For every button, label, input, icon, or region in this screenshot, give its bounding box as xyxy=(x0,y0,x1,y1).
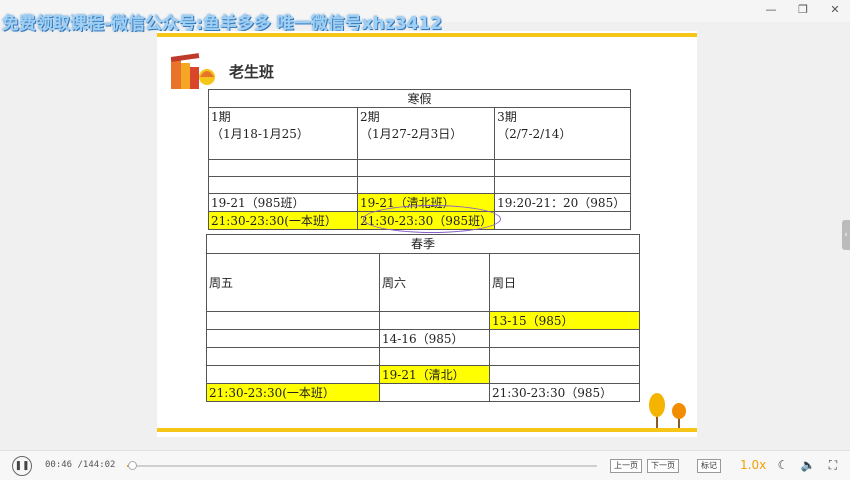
prev-page-button[interactable]: 上一页 xyxy=(610,459,642,473)
bookmark-button[interactable]: 标记 xyxy=(697,459,721,473)
schedule-cell xyxy=(379,383,490,402)
schedule-cell xyxy=(206,329,380,348)
period-label: 1期 xyxy=(211,110,231,124)
schedule-cell xyxy=(489,329,640,348)
top-stripe xyxy=(157,33,697,37)
schedule-cell-highlight: 21:30-23:30(一本班） xyxy=(206,383,380,402)
period-dates: （1月18-1月25） xyxy=(211,127,309,141)
period-dates: （1月27-2月3日） xyxy=(360,127,463,141)
time-display: 00:46 /144:02 xyxy=(45,460,115,470)
schedule-cell xyxy=(206,347,380,366)
next-page-button[interactable]: 下一页 xyxy=(647,459,679,473)
fullscreen-icon[interactable]: ⛶ xyxy=(825,457,841,473)
schedule-cell: 14-16（985） xyxy=(379,329,490,348)
schedule-cell xyxy=(379,311,490,330)
progress-bar[interactable] xyxy=(127,461,597,470)
period-1-cell: 1期 （1月18-1月25） xyxy=(208,107,358,160)
day-header: 周六 xyxy=(379,253,490,312)
pen-annotation-circle xyxy=(363,205,501,233)
schedule-cell: 19:20-21：20（985） xyxy=(494,193,631,212)
close-icon[interactable]: ✕ xyxy=(828,3,842,17)
period-label: 3期 xyxy=(497,110,517,124)
period-2-cell: 2期 （1月27-2月3日） xyxy=(356,107,496,160)
period-dates: （2/7-2/14） xyxy=(497,127,572,141)
progress-handle[interactable] xyxy=(128,461,138,470)
day-header: 周五 xyxy=(206,253,380,312)
period-3-cell: 3期 （2/7-2/14） xyxy=(494,107,631,160)
current-time: 00:46 xyxy=(45,460,73,470)
night-mode-icon[interactable]: ☾ xyxy=(775,457,791,473)
side-panel-toggle[interactable]: ‹ xyxy=(842,220,850,250)
empty-cell xyxy=(208,176,358,194)
schedule-cell xyxy=(494,211,631,230)
schedule-cell xyxy=(206,311,380,330)
schedule-cell-highlight: 13-15（985） xyxy=(489,311,640,330)
empty-cell xyxy=(494,176,631,194)
schedule-cell: 21:30-23:30（985） xyxy=(489,383,640,402)
winter-header: 寒假 xyxy=(208,89,631,108)
volume-icon[interactable]: 🔈 xyxy=(800,457,816,473)
pause-button[interactable]: ❚❚ xyxy=(12,456,32,476)
spring-header: 春季 xyxy=(206,234,640,254)
schedule-cell xyxy=(489,347,640,366)
schedule-cell xyxy=(379,347,490,366)
empty-cell xyxy=(208,159,358,177)
autumn-trees-icon xyxy=(649,393,686,429)
video-player-bar: ❚❚ 00:46 /144:02 上一页 下一页 标记 1.0x ☾ 🔈 ⛶ xyxy=(0,450,850,480)
title-bar: 免费领取课程-微信公众号:鱼羊多多 唯一微信号xhz3412 — ❐ ✕ xyxy=(0,0,850,34)
window-controls: — ❐ ✕ xyxy=(764,3,842,17)
lecture-slide: 老生班 寒假 1期 （1月18-1月25） 2期 （1月27-2月3日） 3期 … xyxy=(157,31,697,437)
schedule-cell xyxy=(206,365,380,384)
spring-schedule-table: 春季 周五 周六 周日 13-15（985） 14-16（985） 19-21（… xyxy=(206,234,640,402)
speed-button[interactable]: 1.0x xyxy=(740,458,766,472)
schedule-cell xyxy=(489,365,640,384)
bottom-stripe xyxy=(157,428,697,432)
day-header: 周日 xyxy=(489,253,640,312)
period-label: 2期 xyxy=(360,110,380,124)
total-time: /144:02 xyxy=(77,460,116,470)
empty-cell xyxy=(356,176,496,194)
schedule-cell-highlight: 19-21（清北） xyxy=(379,365,490,384)
empty-cell xyxy=(356,159,496,177)
books-icon xyxy=(170,53,215,89)
slide-title: 老生班 xyxy=(229,63,275,81)
schedule-cell: 19-21（985班） xyxy=(208,193,358,212)
schedule-cell-highlight: 21:30-23:30(一本班） xyxy=(208,211,358,230)
restore-icon[interactable]: ❐ xyxy=(796,3,810,17)
empty-cell xyxy=(494,159,631,177)
minimize-icon[interactable]: — xyxy=(764,3,778,17)
